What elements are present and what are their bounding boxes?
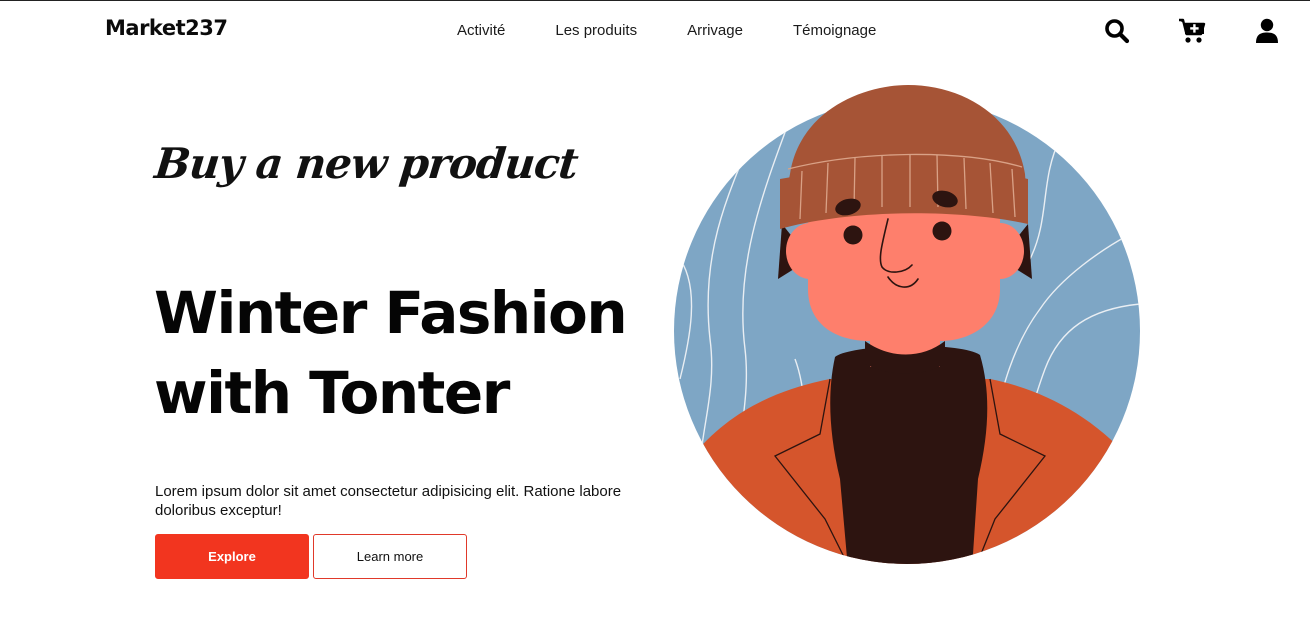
hero-description: Lorem ipsum dolor sit amet consectetur a…	[155, 483, 622, 519]
nav-item-les-produits: Les produits	[555, 20, 637, 39]
cart-plus-icon	[1179, 18, 1206, 43]
user-icon	[1256, 18, 1278, 43]
top-navbar: Market237 Activité Les produits Arrivage…	[0, 1, 1310, 59]
learn-more-button[interactable]: Learn more	[313, 534, 467, 579]
character-sweater	[830, 345, 988, 564]
nav-item-arrivage: Arrivage	[687, 20, 743, 39]
explore-button[interactable]: Explore	[155, 534, 309, 579]
user-button[interactable]	[1253, 17, 1281, 45]
search-button[interactable]	[1103, 17, 1131, 45]
nav-item-activite: Activité	[457, 20, 505, 39]
brand-logo[interactable]: Market237	[105, 16, 228, 40]
hero-headline-line-1: Winter Fashion	[154, 279, 628, 347]
nav-link-temoignage[interactable]: Témoignage	[793, 22, 876, 39]
hero-headline-line-2: with Tonter	[154, 359, 510, 427]
search-icon	[1105, 19, 1130, 44]
hero-headline: Winter Fashion with Tonter	[154, 273, 674, 433]
nav-links: Activité Les produits Arrivage Témoignag…	[457, 20, 876, 39]
nav-link-arrivage[interactable]: Arrivage	[687, 22, 743, 39]
nav-link-les-produits[interactable]: Les produits	[555, 22, 637, 39]
nav-link-activite[interactable]: Activité	[457, 22, 505, 39]
character-illustration	[674, 85, 1140, 564]
nav-item-temoignage: Témoignage	[793, 20, 876, 39]
cart-button[interactable]	[1178, 17, 1206, 45]
hero-tagline: Buy a new product	[152, 139, 580, 188]
hero-illustration	[660, 79, 1150, 569]
